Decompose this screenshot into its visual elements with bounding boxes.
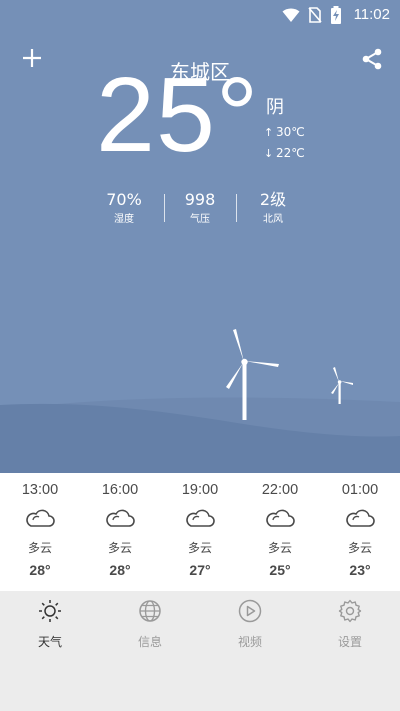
tab-label: 天气 — [37, 635, 62, 649]
wind-stat: 2级 北风 — [235, 190, 311, 227]
forecast-temp: 25° — [269, 562, 291, 578]
weather-stats: 70% 湿度 998 气压 2级 北风 — [0, 190, 400, 232]
no-sim-icon — [308, 7, 322, 23]
high-low-temps: ↑ 30℃ ↓ 22℃ — [264, 122, 305, 164]
cloud-icon — [346, 509, 375, 527]
forecast-item: 22:00 多云 25° — [240, 473, 320, 578]
cloud-icon — [186, 509, 215, 527]
forecast-item: 13:00 多云 28° — [0, 473, 80, 578]
cloud-icon — [26, 509, 55, 527]
arrow-down-icon: ↓ — [264, 147, 274, 160]
play-icon — [238, 599, 262, 623]
wind-turbine-small — [331, 367, 353, 404]
forecast-item: 16:00 多云 28° — [80, 473, 160, 578]
forecast-temp: 27° — [189, 562, 211, 578]
wind-value: 2级 — [259, 190, 287, 209]
wind-label: 北风 — [263, 214, 283, 225]
weather-hero: 11:02 东城区 25° 阴 ↑ 30℃ ↓ 22℃ 70% 湿度 998 气压 … — [0, 0, 400, 473]
tab-settings[interactable]: 设置 — [300, 591, 400, 650]
globe-icon — [139, 600, 161, 622]
tab-label: 设置 — [337, 635, 362, 649]
forecast-condition: 多云 — [187, 541, 212, 555]
pressure-label: 气压 — [190, 214, 210, 225]
hourly-forecast[interactable]: 13:00 多云 28° 16:00 多云 28° 19:00 多云 27° 2… — [0, 473, 400, 591]
current-condition: 阴 — [266, 97, 284, 118]
humidity-value: 70% — [106, 190, 142, 209]
forecast-temp: 28° — [29, 562, 51, 578]
current-temperature: 25° — [96, 56, 260, 174]
humidity-stat: 70% 湿度 — [86, 190, 162, 227]
low-temp: 22℃ — [276, 146, 305, 160]
humidity-label: 湿度 — [114, 214, 134, 225]
battery-charging-icon — [331, 6, 341, 24]
tab-weather[interactable]: 天气 — [0, 591, 100, 650]
status-bar: 11:02 — [0, 0, 400, 30]
forecast-condition: 多云 — [107, 541, 132, 555]
forecast-condition: 多云 — [347, 541, 372, 555]
forecast-time: 22:00 — [261, 482, 299, 498]
pressure-value: 998 — [184, 190, 216, 209]
sun-icon — [39, 600, 61, 622]
bottom-tab-bar: 天气 信息 视频 设置 — [0, 591, 400, 711]
arrow-up-icon: ↑ — [264, 126, 274, 139]
tab-info[interactable]: 信息 — [100, 591, 200, 650]
forecast-item: 01:00 多云 23° — [320, 473, 400, 578]
forecast-time: 19:00 — [181, 482, 219, 498]
forecast-time: 13:00 — [21, 482, 59, 498]
tab-video[interactable]: 视频 — [200, 591, 300, 650]
tab-label: 信息 — [137, 635, 162, 649]
forecast-condition: 多云 — [27, 541, 52, 555]
forecast-time: 16:00 — [101, 482, 139, 498]
forecast-time: 01:00 — [341, 482, 379, 498]
forecast-temp: 28° — [109, 562, 131, 578]
cloud-icon — [266, 509, 295, 527]
forecast-item: 19:00 多云 27° — [160, 473, 240, 578]
forecast-temp: 23° — [349, 562, 371, 578]
tab-label: 视频 — [237, 635, 262, 649]
wifi-icon — [282, 8, 300, 22]
cloud-icon — [106, 509, 135, 527]
high-temp: 30℃ — [276, 125, 305, 139]
gear-icon — [338, 599, 362, 623]
status-time: 11:02 — [353, 6, 390, 23]
forecast-condition: 多云 — [267, 541, 292, 555]
pressure-stat: 998 气压 — [162, 190, 238, 227]
